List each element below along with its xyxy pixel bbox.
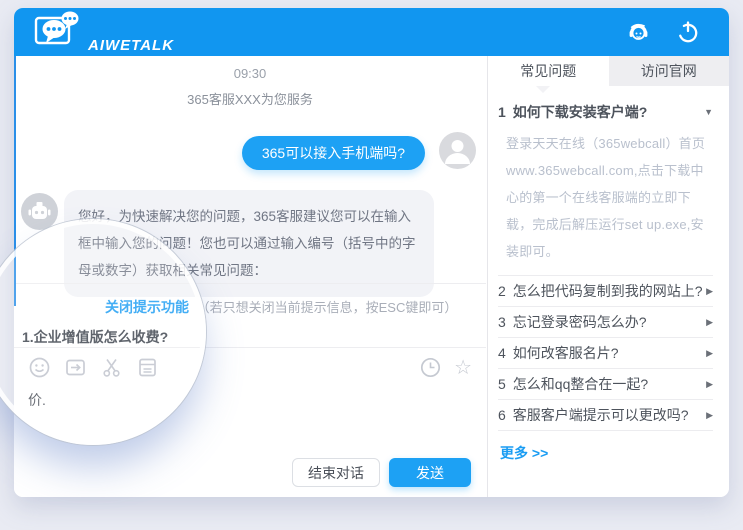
robot-avatar: [21, 193, 58, 230]
faq-item-1[interactable]: 1 如何下载安装客户端? ▼: [498, 96, 713, 126]
caret-right-icon[interactable]: ▶: [706, 348, 713, 359]
faq-number: 5: [498, 376, 506, 392]
send-file-icon[interactable]: [64, 356, 87, 379]
hint-row: 关闭提示功能 （若只想关闭当前提示信息，按ESC键即可）: [14, 284, 486, 317]
power-icon[interactable]: [675, 19, 701, 45]
hint-note: （若只想关闭当前提示信息，按ESC键即可）: [197, 300, 458, 315]
window-left-accent: [14, 56, 16, 306]
page-background: AIWETALK: [0, 0, 743, 530]
favorite-star-icon[interactable]: ☆: [454, 356, 472, 379]
screenshot-scissors-icon[interactable]: [100, 356, 123, 379]
end-chat-button[interactable]: 结束对话: [292, 458, 380, 487]
message-input[interactable]: 价.: [28, 390, 468, 450]
chat-record-icon[interactable]: [136, 356, 159, 379]
caret-right-icon[interactable]: ▶: [706, 410, 713, 421]
faq-list: 1 如何下载安装客户端? ▼ 登录天天在线（365webcall）首页www.3…: [488, 86, 729, 463]
faq-number: 4: [498, 345, 506, 361]
app-header: AIWETALK: [14, 8, 729, 56]
faq-question: 如何下载安装客户端?: [513, 102, 648, 122]
header-actions: [625, 19, 701, 45]
faq-question: 忘记登录密码怎么办?: [513, 312, 647, 332]
chat-area: 09:30 365客服XXX为您服务 365可以接入手机端吗?: [14, 56, 486, 497]
active-tab-arrow: [536, 86, 550, 93]
faq-item-5[interactable]: 5 怎么和qq整合在一起? ▶: [498, 368, 713, 399]
tab-faq[interactable]: 常见问题: [488, 56, 609, 86]
close-hint-link[interactable]: 关闭提示功能: [105, 299, 189, 315]
faq-item-3[interactable]: 3 忘记登录密码怎么办? ▶: [498, 306, 713, 337]
tab-official-site[interactable]: 访问官网: [609, 56, 730, 86]
logo-text: AIWETALK: [88, 37, 174, 54]
faq-question: 如何改客服名片?: [513, 343, 619, 363]
caret-right-icon[interactable]: ▶: [706, 286, 713, 297]
app-logo: AIWETALK: [34, 10, 174, 55]
faq-question: 怎么和qq整合在一起?: [513, 374, 648, 394]
faq-number: 6: [498, 407, 506, 423]
send-button[interactable]: 发送: [389, 458, 471, 487]
emoji-icon[interactable]: [28, 356, 51, 379]
toolbar-right-icons: ☆: [419, 356, 472, 379]
input-toolbar: ☆: [14, 347, 486, 387]
faq-question: 怎么把代码复制到我的网站上?: [513, 281, 703, 301]
tab-faq-label: 常见问题: [520, 61, 576, 81]
faq-answer: 登录天天在线（365webcall）首页www.365webcall.com,点…: [498, 126, 716, 275]
faq-number: 1: [498, 104, 506, 120]
sidebar-tabs: 常见问题 访问官网: [488, 56, 729, 86]
tab-official-site-label: 访问官网: [641, 61, 697, 81]
caret-down-icon[interactable]: ▼: [704, 107, 713, 117]
faq-sidebar: 常见问题 访问官网 1 如何下载安装客户端? ▼ 登录天天在线（365webca…: [487, 56, 729, 497]
chat-window: AIWETALK: [14, 8, 729, 497]
logo-chat-bubbles-icon: [34, 10, 86, 55]
message-timestamp: 09:30: [14, 66, 486, 81]
history-clock-icon[interactable]: [419, 356, 442, 379]
user-message-bubble: 365可以接入手机端吗?: [242, 136, 425, 170]
faq-item-2[interactable]: 2 怎么把代码复制到我的网站上? ▶: [498, 275, 713, 306]
faq-item-4[interactable]: 4 如何改客服名片? ▶: [498, 337, 713, 368]
faq-number: 3: [498, 314, 506, 330]
caret-right-icon[interactable]: ▶: [706, 317, 713, 328]
faq-question: 客服客户端提示可以更改吗?: [513, 405, 689, 425]
agent-message-bubble: 您好，为快速解决您的问题，365客服建议您可以在输入框中输入您的问题！您也可以通…: [64, 190, 434, 297]
user-avatar: [439, 132, 476, 169]
more-link[interactable]: 更多 >>: [498, 431, 713, 463]
faq-number: 2: [498, 283, 506, 299]
agent-profile-icon[interactable]: [625, 19, 651, 45]
faq-item-6[interactable]: 6 客服客户端提示可以更改吗? ▶: [498, 399, 713, 430]
caret-right-icon[interactable]: ▶: [706, 379, 713, 390]
service-greeting: 365客服XXX为您服务: [14, 89, 486, 108]
